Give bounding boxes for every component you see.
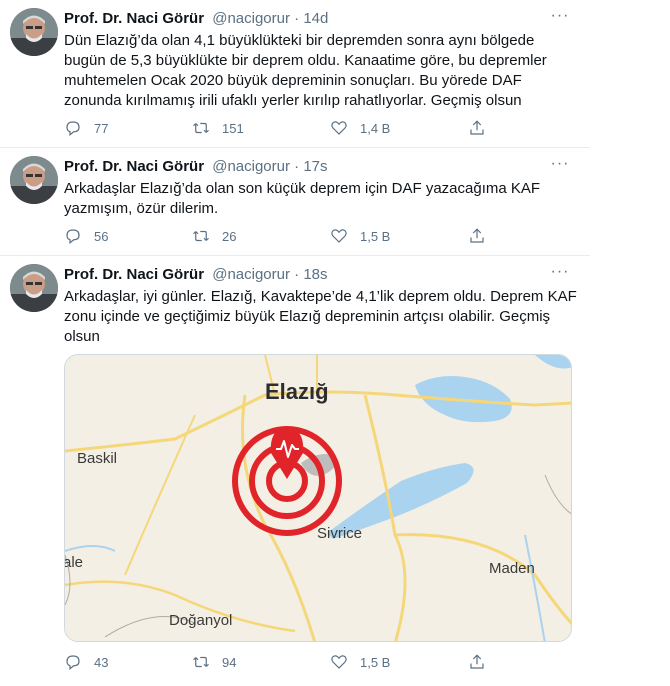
tweet-time[interactable]: 18s [303, 266, 327, 283]
reply-icon [66, 121, 80, 136]
separator-dot: · [294, 10, 300, 27]
tweet-actions: 43 94 1,5 B [64, 652, 504, 672]
reply-button[interactable]: 43 [64, 652, 108, 672]
like-icon [331, 655, 347, 669]
map-label-baskil: Baskil [77, 450, 117, 467]
separator-dot: · [294, 266, 300, 283]
tweet-actions: 56 26 1,5 B [64, 226, 504, 246]
like-icon [331, 229, 347, 243]
tweet[interactable]: Prof. Dr. Naci Görür @nacigorur · 18s ··… [0, 256, 590, 686]
share-button[interactable] [468, 652, 498, 672]
share-button[interactable] [468, 118, 498, 138]
tweet[interactable]: Prof. Dr. Naci Görür @nacigorur · 17s ··… [0, 148, 590, 256]
map-label-maden: Maden [489, 560, 535, 577]
share-icon [470, 228, 484, 243]
map-label-ale: ale [65, 554, 83, 571]
author-name[interactable]: Prof. Dr. Naci Görür [64, 266, 204, 283]
like-icon [331, 121, 347, 135]
tweet-actions: 77 151 1,4 B [64, 118, 504, 138]
retweet-count: 26 [222, 228, 237, 244]
share-icon [470, 654, 484, 669]
retweet-icon [193, 122, 209, 134]
tweet-header: Prof. Dr. Naci Görür @nacigorur · 17s [64, 157, 580, 177]
retweet-icon [193, 656, 209, 668]
retweet-icon [193, 230, 209, 242]
map-label-doganyol: Doğanyol [169, 612, 232, 629]
tweet[interactable]: Prof. Dr. Naci Görür @nacigorur · 14d ··… [0, 0, 590, 148]
reply-count: 43 [94, 654, 109, 670]
share-button[interactable] [468, 226, 498, 246]
tweet-header: Prof. Dr. Naci Görür @nacigorur · 18s [64, 265, 580, 285]
reply-button[interactable]: 77 [64, 118, 108, 138]
reply-icon [66, 229, 80, 244]
author-name[interactable]: Prof. Dr. Naci Görür [64, 10, 204, 27]
retweet-button[interactable]: 94 [192, 652, 236, 672]
tweet-time[interactable]: 14d [303, 10, 328, 27]
tweet-text: Arkadaşlar, iyi günler. Elazığ, Kavaktep… [64, 288, 577, 345]
map-image[interactable]: Elazığ Baskil Sivrice Maden Doğanyol ale [64, 354, 572, 642]
map-label-sivrice: Sivrice [317, 525, 362, 542]
like-count: 1,5 B [360, 654, 391, 670]
tweet-time[interactable]: 17s [303, 158, 327, 175]
like-button[interactable]: 1,5 B [330, 652, 390, 672]
author-handle[interactable]: @nacigorur [212, 266, 290, 283]
like-button[interactable]: 1,5 B [330, 226, 390, 246]
separator-dot: · [294, 158, 300, 175]
more-icon[interactable]: ··· [548, 8, 572, 29]
retweet-button[interactable]: 151 [192, 118, 244, 138]
reply-count: 56 [94, 228, 109, 244]
tweet-text: Arkadaşlar Elazığ’da olan son küçük depr… [64, 180, 541, 217]
retweet-count: 94 [222, 654, 237, 670]
like-count: 1,5 B [360, 228, 391, 244]
map-label-elazig: Elazığ [265, 379, 329, 404]
author-handle[interactable]: @nacigorur [212, 10, 290, 27]
retweet-count: 151 [222, 120, 244, 136]
avatar[interactable] [10, 8, 58, 56]
like-button[interactable]: 1,4 B [330, 118, 390, 138]
reply-button[interactable]: 56 [64, 226, 108, 246]
share-icon [470, 120, 484, 135]
author-name[interactable]: Prof. Dr. Naci Görür [64, 158, 204, 175]
reply-count: 77 [94, 120, 109, 136]
retweet-button[interactable]: 26 [192, 226, 236, 246]
author-handle[interactable]: @nacigorur [212, 158, 290, 175]
tweet-text: Dün Elazığ’da olan 4,1 büyüklükteki bir … [64, 32, 547, 109]
more-icon[interactable]: ··· [548, 156, 572, 177]
avatar[interactable] [10, 156, 58, 204]
more-icon[interactable]: ··· [548, 264, 572, 285]
avatar[interactable] [10, 264, 58, 312]
tweet-header: Prof. Dr. Naci Görür @nacigorur · 14d [64, 9, 580, 29]
reply-icon [66, 655, 80, 670]
like-count: 1,4 B [360, 120, 391, 136]
